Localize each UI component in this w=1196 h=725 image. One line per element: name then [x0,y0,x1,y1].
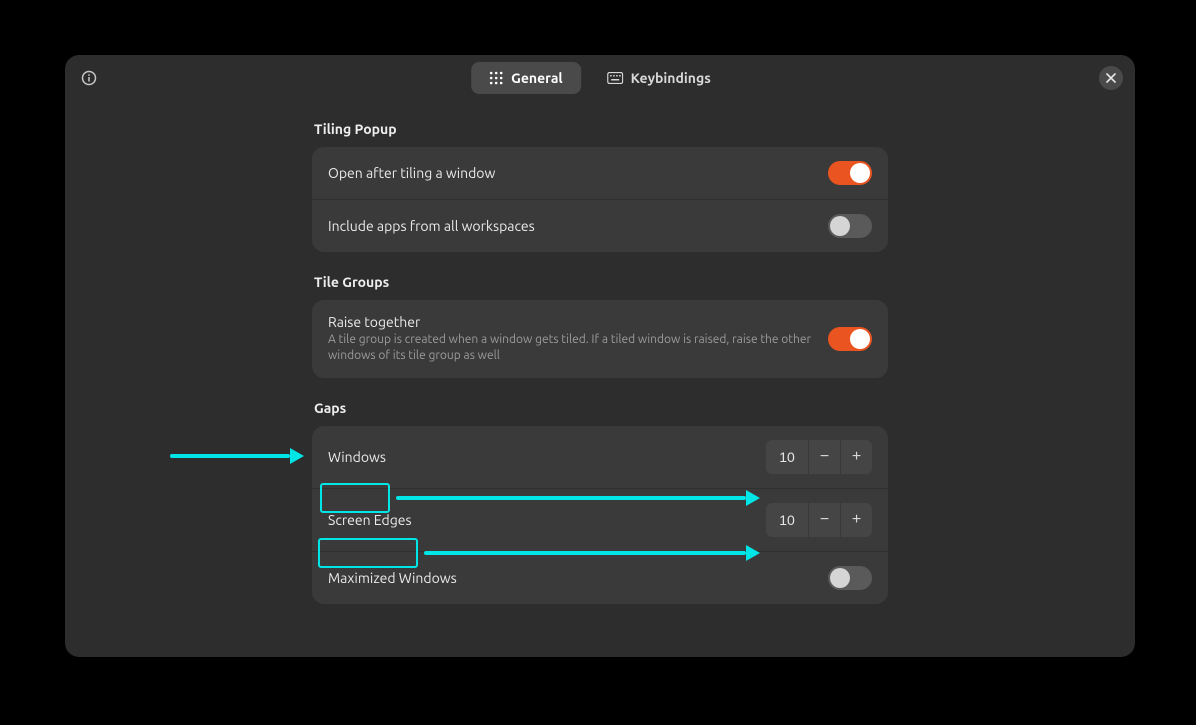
toggle-include-all-workspaces[interactable] [828,214,872,238]
info-button[interactable] [77,66,101,90]
minus-button-gaps-screen-edges[interactable]: − [808,503,840,537]
section-title-tile-groups: Tile Groups [314,274,888,290]
group-gaps: Windows − + Screen Edges [312,426,888,604]
preferences-window: General Keybindings [65,55,1135,657]
tab-switcher: General Keybindings [471,62,729,94]
sub-raise-together: A tile group is created when a window ge… [328,332,828,364]
row-gaps-windows: Windows − + [312,426,888,489]
minus-button-gaps-windows[interactable]: − [808,440,840,474]
toggle-gaps-maximized[interactable] [828,566,872,590]
label-gaps-screen-edges: Screen Edges [328,512,766,528]
input-gaps-screen-edges[interactable] [766,503,808,537]
label-gaps-maximized: Maximized Windows [328,570,828,586]
titlebar: General Keybindings [65,55,1135,101]
minus-icon: − [820,448,829,466]
keyboard-icon [607,72,623,84]
info-icon [81,70,97,86]
grid-icon [489,71,503,85]
tab-general[interactable]: General [471,62,581,94]
row-gaps-screen-edges: Screen Edges − + [312,489,888,552]
close-icon [1106,73,1116,83]
minus-icon: − [820,511,829,529]
label-include-all-workspaces: Include apps from all workspaces [328,218,828,234]
close-button[interactable] [1099,66,1123,90]
section-title-tiling-popup: Tiling Popup [314,121,888,137]
spin-gaps-windows: − + [766,440,872,474]
plus-icon: + [852,448,861,466]
row-raise-together: Raise together A tile group is created w… [312,300,888,378]
group-tiling-popup: Open after tiling a window Include apps … [312,147,888,252]
label-gaps-windows: Windows [328,449,766,465]
group-tile-groups: Raise together A tile group is created w… [312,300,888,378]
tab-keybindings[interactable]: Keybindings [589,62,729,94]
section-title-gaps: Gaps [314,400,888,416]
plus-button-gaps-windows[interactable]: + [840,440,872,474]
label-open-after-tiling: Open after tiling a window [328,165,828,181]
toggle-open-after-tiling[interactable] [828,161,872,185]
row-open-after-tiling: Open after tiling a window [312,147,888,200]
label-raise-together: Raise together [328,314,828,330]
tab-general-label: General [511,70,563,86]
toggle-raise-together[interactable] [828,327,872,351]
row-gaps-maximized: Maximized Windows [312,552,888,604]
plus-icon: + [852,511,861,529]
input-gaps-windows[interactable] [766,440,808,474]
content-area: Tiling Popup Open after tiling a window … [65,101,1135,657]
row-include-all-workspaces: Include apps from all workspaces [312,200,888,252]
plus-button-gaps-screen-edges[interactable]: + [840,503,872,537]
spin-gaps-screen-edges: − + [766,503,872,537]
tab-keybindings-label: Keybindings [631,70,711,86]
